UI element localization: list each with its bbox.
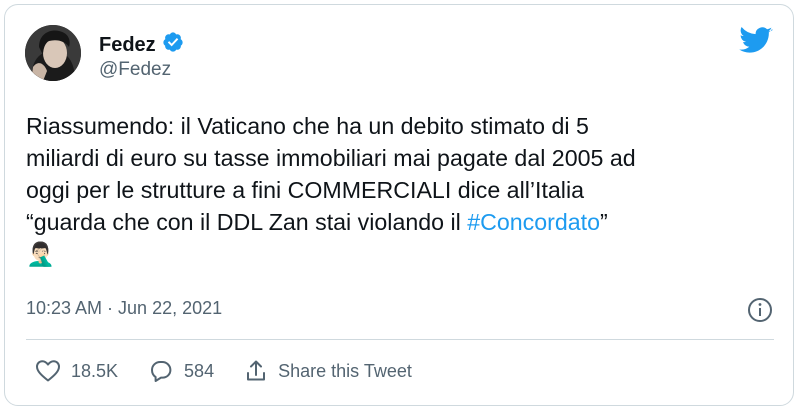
reply-bubble-icon	[148, 359, 174, 383]
avatar[interactable]	[25, 25, 81, 81]
tweet-closing-quote: ”	[600, 209, 608, 235]
verified-badge-icon	[162, 31, 184, 59]
tweet-card[interactable]: Fedez @Fedez Riassumendo: il Vaticano ch…	[4, 4, 794, 406]
heart-icon	[35, 359, 61, 383]
author-handle[interactable]: @Fedez	[99, 59, 171, 81]
share-icon	[244, 359, 268, 383]
like-count: 18.5K	[71, 360, 119, 381]
share-button[interactable]: Share this Tweet	[244, 359, 412, 383]
divider	[26, 339, 774, 340]
author-name-text[interactable]: Fedez	[99, 34, 156, 57]
reply-count: 584	[184, 360, 215, 381]
tweet-timestamp[interactable]: 10:23 AM · Jun 22, 2021	[26, 298, 222, 319]
share-label: Share this Tweet	[278, 360, 412, 381]
hashtag-link[interactable]: #Concordato	[467, 209, 600, 235]
twitter-bird-icon[interactable]	[739, 27, 773, 60]
facepalm-emoji: 🤦🏻‍♂️	[26, 241, 55, 267]
tweet-text: Riassumendo: il Vaticano che ha un debit…	[26, 110, 776, 270]
reply-button[interactable]: 584	[148, 359, 214, 383]
like-button[interactable]: 18.5K	[35, 359, 118, 383]
action-bar: 18.5K 584 Share this Tweet	[35, 359, 442, 383]
info-icon[interactable]	[747, 297, 773, 328]
author-name[interactable]: Fedez	[99, 31, 184, 59]
